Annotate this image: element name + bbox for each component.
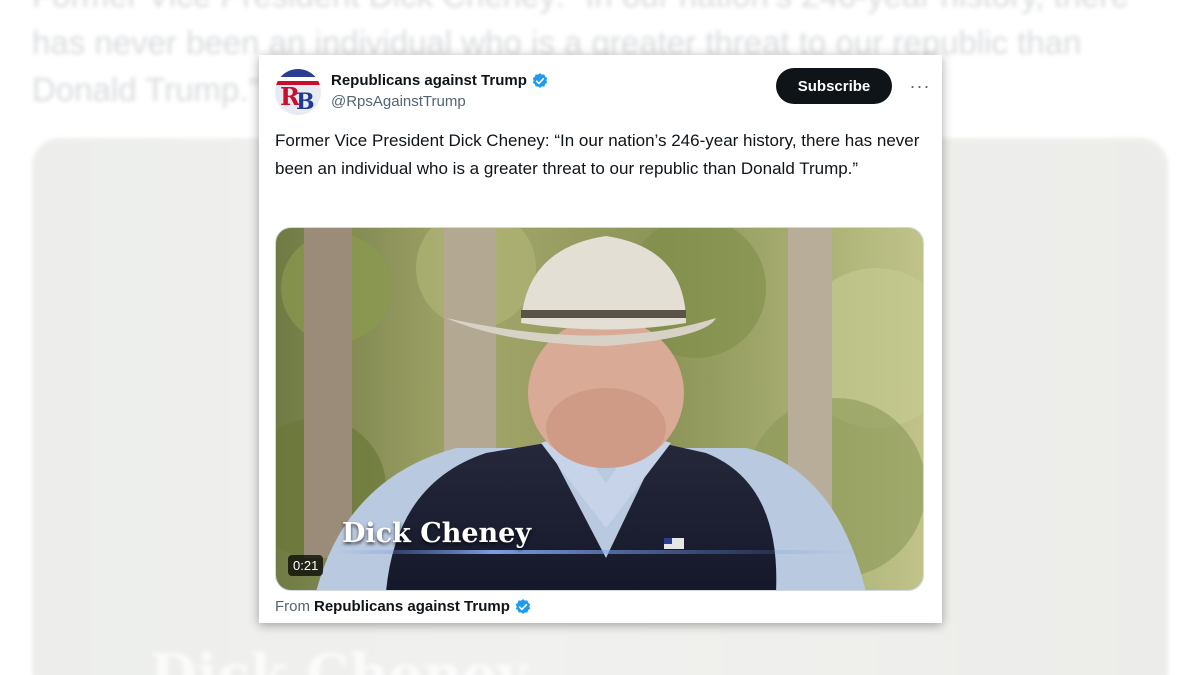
from-account-link[interactable]: Republicans against Trump [314, 597, 510, 617]
video-player[interactable]: Dick Cheney 0:21 [275, 227, 924, 591]
author-names: Republicans against Trump @RpsAgainstTru… [331, 71, 549, 112]
from-prefix: From [275, 598, 310, 615]
more-options-icon[interactable]: ··· [908, 74, 932, 98]
verified-badge-icon [514, 598, 532, 616]
video-caption: Dick Cheney [342, 518, 532, 549]
display-name[interactable]: Republicans against Trump [331, 71, 527, 91]
tweet-header: R B Republicans against Trump @RpsAgains… [275, 67, 929, 125]
tweet-card: R B Republicans against Trump @RpsAgains… [259, 55, 942, 623]
author-handle[interactable]: @RpsAgainstTrump [331, 92, 549, 112]
verified-badge-icon [531, 72, 549, 90]
video-duration-badge: 0:21 [288, 555, 324, 576]
background-video-caption: Dick Cheney [150, 642, 529, 675]
svg-text:B: B [296, 89, 315, 115]
subscribe-button[interactable]: Subscribe [776, 68, 892, 104]
tweet-text: Former Vice President Dick Cheney: “In o… [275, 131, 920, 178]
from-attribution: From Republicans against Trump [275, 597, 532, 617]
avatar[interactable]: R B [275, 69, 321, 115]
